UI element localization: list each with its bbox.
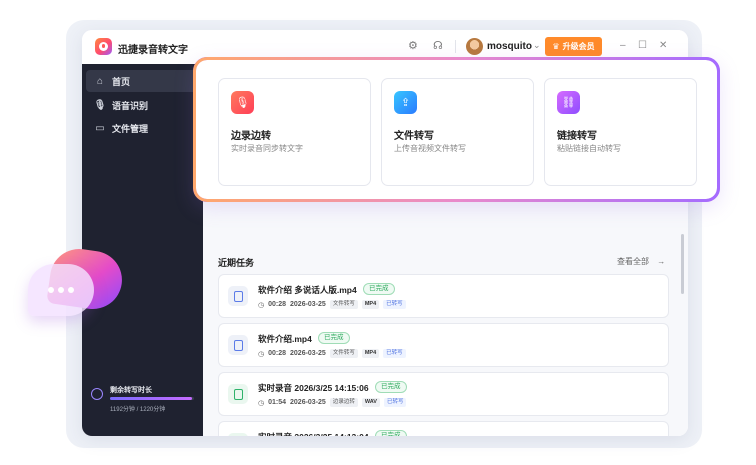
task-name: 软件介绍 多说话人版.mp4 xyxy=(258,285,357,295)
task-name: 软件介绍.mp4 xyxy=(258,334,312,344)
mic-icon: 🎙︎ xyxy=(231,91,254,114)
settings-icon[interactable]: ⚙ xyxy=(408,40,418,52)
quota-progress-fill xyxy=(110,397,193,400)
status-badge: 已完成 xyxy=(318,332,350,344)
maximize-icon[interactable]: ☐ xyxy=(638,40,647,51)
task-duration: 01:54 xyxy=(268,399,287,406)
task-state-tag: 已转写 xyxy=(383,398,407,407)
task-meta: ◷ 00:28 2026-03-25 文件转写 MP4 已转写 xyxy=(258,349,406,358)
sidebar-item-home[interactable]: ⌂ 首页 xyxy=(86,70,199,92)
status-badge: 已完成 xyxy=(375,381,407,393)
task-type-tag: 文件转写 xyxy=(329,300,358,309)
quota-panel: 剩余转写时长 1192分钟 / 1220分钟 xyxy=(88,382,198,422)
crown-icon: ♛ xyxy=(552,42,560,51)
clock-icon: ◷ xyxy=(258,399,265,407)
task-type-tag: 边录边转 xyxy=(329,398,358,407)
task-duration: 00:28 xyxy=(268,301,287,308)
view-all-link[interactable]: 查看全部 → xyxy=(617,256,665,267)
feature-desc: 粘贴链接自动转写 xyxy=(557,144,621,153)
feature-title: 边录边转 xyxy=(231,131,271,142)
clock-icon: ◷ xyxy=(258,350,265,358)
feature-desc: 实时录音同步转文字 xyxy=(231,144,303,153)
audio-file-icon xyxy=(228,433,248,436)
sidebar: ⌂ 首页 🎙︎ 语音识别 ▭ 文件管理 剩余转写时长 1192分钟 / 1220… xyxy=(82,64,203,436)
chevron-down-icon[interactable]: ⌄ xyxy=(533,40,541,51)
task-row[interactable]: 软件介绍.mp4 已完成 ◷ 00:28 2026-03-25 文件转写 MP4 已转写 xyxy=(218,323,669,367)
app-title: 迅捷录音转文字 xyxy=(118,45,188,56)
feature-card-link-transcribe[interactable]: ⛓ 链接转写 粘贴链接自动转写 xyxy=(544,78,697,186)
status-badge: 已完成 xyxy=(375,430,407,436)
feature-card-file-transcribe[interactable]: ⇪ 文件转写 上传音视频文件转写 xyxy=(381,78,534,186)
status-badge: 已完成 xyxy=(363,283,395,295)
task-name: 实时录音 2026/3/25 14:15:06 xyxy=(258,383,369,393)
task-date: 2026-03-25 xyxy=(290,301,326,308)
feature-card-live-transcribe[interactable]: 🎙︎ 边录边转 实时录音同步转文字 xyxy=(218,78,371,186)
sidebar-item-label: 首页 xyxy=(112,76,131,87)
task-type-tag: 文件转写 xyxy=(329,349,358,358)
quota-progress xyxy=(110,397,194,400)
mic-icon: 🎙︎ xyxy=(93,99,107,111)
task-meta: ◷ 00:28 2026-03-25 文件转写 MP4 已转写 xyxy=(258,300,406,309)
clock-icon xyxy=(91,388,103,400)
scrollbar[interactable] xyxy=(681,234,684,294)
task-duration: 00:28 xyxy=(268,350,287,357)
close-icon[interactable]: ✕ xyxy=(659,40,667,51)
minimize-icon[interactable]: – xyxy=(620,40,626,51)
feature-title: 链接转写 xyxy=(557,131,597,142)
link-icon: ⛓ xyxy=(557,91,580,114)
task-row[interactable]: 软件介绍 多说话人版.mp4 已完成 ◷ 00:28 2026-03-25 文件转写 MP4… xyxy=(218,274,669,318)
task-date: 2026-03-25 xyxy=(290,350,326,357)
task-format-tag: MP4 xyxy=(361,300,380,309)
arrow-right-icon: → xyxy=(657,257,666,266)
home-icon: ⌂ xyxy=(96,75,104,87)
avatar[interactable] xyxy=(466,38,483,55)
task-row[interactable]: 实时录音 2026/3/25 14:13:04已完成◷00:112026-03-… xyxy=(218,421,669,436)
task-date: 2026-03-25 xyxy=(290,399,326,406)
feature-title: 文件转写 xyxy=(394,131,434,142)
recent-tasks-title: 近期任务 xyxy=(218,258,255,268)
video-file-icon xyxy=(228,286,248,306)
task-format-tag: MP4 xyxy=(361,349,380,358)
feature-cards-panel: 🎙︎ 边录边转 实时录音同步转文字 ⇪ 文件转写 上传音视频文件转写 ⛓ 链接转… xyxy=(193,57,720,202)
clock-icon: ◷ xyxy=(258,301,265,309)
app-logo-icon xyxy=(95,38,112,55)
task-meta: ◷ 01:54 2026-03-25 边录边转 WAV 已转写 xyxy=(258,398,407,407)
folder-icon: ▭ xyxy=(95,122,105,134)
username[interactable]: mosquito xyxy=(487,41,532,52)
headset-icon[interactable]: ☊ xyxy=(433,40,443,52)
upgrade-vip-button[interactable]: ♛ 升级会员 xyxy=(545,37,602,56)
task-format-tag: WAV xyxy=(361,398,380,407)
sidebar-item-file-management[interactable]: ▭ 文件管理 xyxy=(86,117,199,139)
task-state-tag: 已转写 xyxy=(383,300,406,309)
sidebar-item-label: 文件管理 xyxy=(112,123,149,134)
sidebar-item-label: 语音识别 xyxy=(112,100,149,111)
divider xyxy=(455,40,456,53)
task-name: 实时录音 2026/3/25 14:13:04 xyxy=(258,431,369,436)
quota-text: 1192分钟 / 1220分钟 xyxy=(110,407,166,413)
audio-file-icon xyxy=(228,384,248,404)
video-file-icon xyxy=(228,335,248,355)
quota-title: 剩余转写时长 xyxy=(110,387,152,394)
task-row[interactable]: 实时录音 2026/3/25 14:15:06 已完成 ◷ 01:54 2026-03-… xyxy=(218,372,669,416)
sidebar-item-speech-recognition[interactable]: 🎙︎ 语音识别 xyxy=(86,94,199,116)
upgrade-vip-label: 升级会员 xyxy=(562,42,595,51)
task-state-tag: 已转写 xyxy=(383,349,406,358)
chat-bubble-icon xyxy=(28,264,94,316)
upload-icon: ⇪ xyxy=(394,91,417,114)
feature-desc: 上传音视频文件转写 xyxy=(394,144,466,153)
view-all-label: 查看全部 xyxy=(617,257,649,266)
